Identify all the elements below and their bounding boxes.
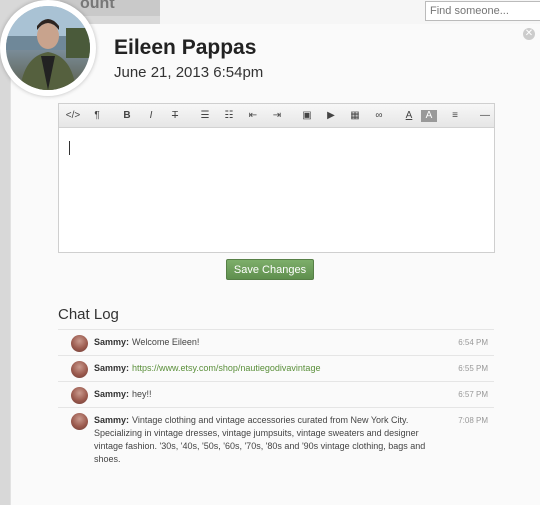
link-icon[interactable]: ∞ [367,104,391,127]
sender-avatar [71,387,88,404]
chat-message: Sammy: Vintage clothing and vintage acces… [58,407,494,472]
html-icon[interactable]: </> [61,104,85,127]
message-text: hey!! [132,389,152,399]
search-input[interactable] [425,1,540,21]
message-text: Vintage clothing and vintage accessories… [94,415,426,464]
profile-date: June 21, 2013 6:54pm [114,64,264,81]
align-icon[interactable]: ≡ [443,104,467,127]
message-time: 7:08 PM [458,416,488,425]
outdent-icon[interactable]: ⇤ [241,104,265,127]
italic-icon[interactable]: I [139,104,163,127]
ordered-list-icon[interactable]: ☷ [217,104,241,127]
save-changes-button[interactable]: Save Changes [226,259,314,280]
message-text: Welcome Eileen! [132,337,200,347]
horizontal-rule-icon[interactable]: — [473,104,497,127]
table-icon[interactable]: ▦ [343,104,367,127]
strikethrough-icon[interactable]: T [163,104,187,127]
message-time: 6:54 PM [458,338,488,347]
chat-message: Sammy: Welcome Eileen! 6:54 PM [58,329,494,355]
message-sender: Sammy: [94,337,130,347]
chat-log: Sammy: Welcome Eileen! 6:54 PM Sammy: https:… [58,329,494,472]
sender-avatar [71,361,88,378]
font-color-icon[interactable]: A [397,104,421,127]
text-caret [69,141,70,155]
message-sender: Sammy: [94,415,130,425]
message-sender: Sammy: [94,363,130,373]
bold-icon[interactable]: B [115,104,139,127]
sender-avatar [71,413,88,430]
avatar [0,0,96,96]
unordered-list-icon[interactable]: ☰ [193,104,217,127]
message-link[interactable]: https://www.etsy.com/shop/nautiegodivavi… [132,363,320,373]
chat-message: Sammy: https://www.etsy.com/shop/nautiego… [58,355,494,381]
video-icon[interactable]: ▶ [319,104,343,127]
chat-message: Sammy: hey!! 6:57 PM [58,381,494,407]
chat-log-title: Chat Log [58,306,119,323]
person-photo-icon [6,6,90,90]
indent-icon[interactable]: ⇥ [265,104,289,127]
message-sender: Sammy: [94,389,130,399]
profile-name: Eileen Pappas [114,36,257,59]
sender-avatar [71,335,88,352]
image-icon[interactable]: ▣ [295,104,319,127]
close-icon[interactable]: ✕ [523,28,535,40]
editor-text-area[interactable] [59,128,494,252]
message-time: 6:57 PM [458,390,488,399]
paragraph-icon[interactable]: ¶ [85,104,109,127]
rich-text-editor: </> ¶ B I T ☰ ☷ ⇤ ⇥ ▣ ▶ ▦ ∞ A A ≡ — [58,103,495,253]
message-time: 6:55 PM [458,364,488,373]
avatar-photo [6,6,90,90]
background-color-icon[interactable]: A [421,109,437,122]
editor-toolbar: </> ¶ B I T ☰ ☷ ⇤ ⇥ ▣ ▶ ▦ ∞ A A ≡ — [59,104,494,128]
